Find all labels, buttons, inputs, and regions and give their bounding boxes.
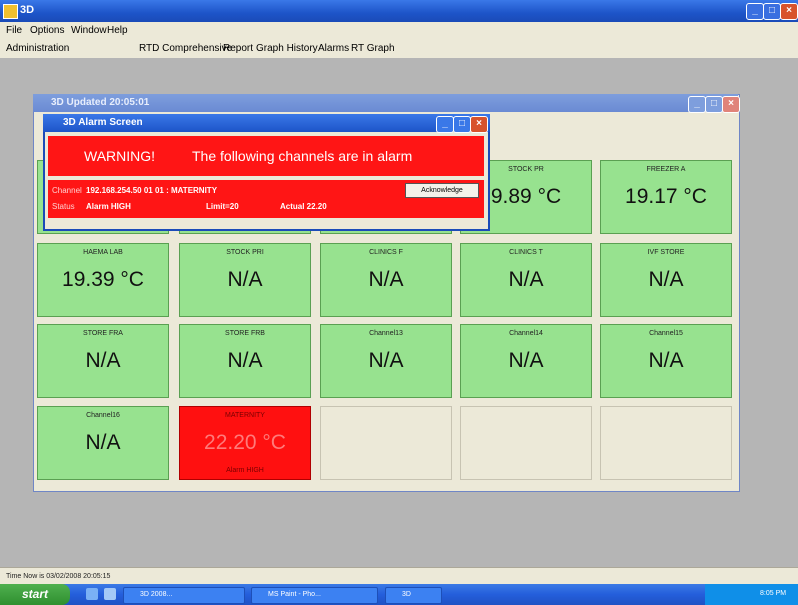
channel-tile[interactable]: Channel14 N/A bbox=[460, 324, 592, 398]
channel-alarm-status: Alarm HIGH bbox=[226, 467, 264, 474]
app-icon bbox=[3, 4, 18, 19]
menu-window[interactable]: Window bbox=[71, 25, 107, 36]
minimize-icon[interactable]: _ bbox=[436, 116, 454, 133]
channel-tile[interactable]: Channel15 N/A bbox=[600, 324, 732, 398]
channel-label: STOCK PRI bbox=[226, 249, 264, 256]
channel-tile-alarm[interactable]: MATERNITY 22.20 °C Alarm HIGH bbox=[179, 406, 311, 480]
channel-value: N/A bbox=[508, 268, 544, 291]
status-bar: Time Now is 03/02/2008 20:05:15 bbox=[0, 567, 798, 585]
status-label: Status bbox=[52, 202, 75, 211]
alarm-dialog-title: 3D Alarm Screen bbox=[63, 117, 143, 128]
taskbar-item[interactable]: 3D 2008... bbox=[123, 587, 245, 604]
empty-tile bbox=[460, 406, 592, 480]
channel-label: Channel13 bbox=[369, 330, 403, 337]
toolbar-rt-graph[interactable]: RT Graph bbox=[351, 43, 395, 54]
channel-value: N/A bbox=[368, 349, 404, 372]
channel-tile[interactable]: STORE FRA N/A bbox=[37, 324, 169, 398]
channel-tile[interactable]: HAEMA LAB 19.39 °C bbox=[37, 243, 169, 317]
quick-launch-icon[interactable] bbox=[104, 588, 116, 600]
channel-label: MATERNITY bbox=[225, 412, 265, 419]
alarm-banner: WARNING! The following channels are in a… bbox=[48, 136, 484, 176]
alarm-dialog-title-bar: 3D Alarm Screen _ □ × bbox=[43, 114, 490, 133]
status-text: Time Now is 03/02/2008 20:05:15 bbox=[6, 573, 111, 580]
menu-options[interactable]: Options bbox=[30, 25, 64, 36]
channel-label: Channel14 bbox=[509, 330, 543, 337]
channel-label: STORE FRB bbox=[225, 330, 265, 337]
close-icon[interactable]: × bbox=[722, 96, 740, 113]
channel-label: FREEZER A bbox=[646, 166, 686, 173]
channel-value: N/A bbox=[368, 268, 404, 291]
taskbar-item[interactable]: MS Paint - Pho... bbox=[251, 587, 378, 604]
alarm-warning: WARNING! bbox=[84, 148, 156, 164]
start-label: start bbox=[22, 587, 49, 601]
channel-value: N/A bbox=[85, 349, 121, 372]
channel-tile[interactable]: CLINICS T N/A bbox=[460, 243, 592, 317]
close-icon[interactable]: × bbox=[470, 116, 488, 133]
channel-label: STORE FRA bbox=[83, 330, 123, 337]
menu-help[interactable]: Help bbox=[107, 25, 128, 36]
toolbar: Administration RTD Comprehensive Report … bbox=[0, 39, 798, 59]
channel-value: N/A bbox=[648, 268, 684, 291]
toolbar-report[interactable]: Report bbox=[223, 43, 253, 54]
channel-tile[interactable]: STOCK PRI N/A bbox=[179, 243, 311, 317]
channel-value: 19.17 °C bbox=[625, 185, 707, 208]
app-title-bar: 3D _ □ × bbox=[0, 0, 798, 22]
channel-value: 192.168.254.50 01 01 : MATERNITY bbox=[86, 186, 218, 195]
app-title: 3D bbox=[20, 4, 35, 16]
channel-tile[interactable]: Channel16 N/A bbox=[37, 406, 169, 480]
channel-label: HAEMA LAB bbox=[83, 249, 123, 256]
channel-value: N/A bbox=[508, 349, 544, 372]
channel-value: N/A bbox=[85, 431, 121, 454]
close-icon[interactable]: × bbox=[780, 3, 798, 20]
toolbar-graph-history[interactable]: Graph History bbox=[256, 43, 318, 54]
clock: 8:05 PM bbox=[760, 590, 787, 597]
channel-label: Channel15 bbox=[649, 330, 683, 337]
alarm-limit: Limit=20 bbox=[206, 202, 239, 211]
menu-file[interactable]: File bbox=[6, 25, 22, 36]
channel-value: 19.39 °C bbox=[62, 268, 144, 291]
status-value: Alarm HIGH bbox=[86, 202, 131, 211]
channel-tile[interactable]: FREEZER A 19.17 °C bbox=[600, 160, 732, 234]
channel-tile[interactable]: IVF STORE N/A bbox=[600, 243, 732, 317]
menu-bar: File Options Window Help bbox=[0, 22, 798, 39]
channel-label: Channel bbox=[52, 186, 82, 195]
channel-tile[interactable]: Channel13 N/A bbox=[320, 324, 452, 398]
start-button[interactable]: start bbox=[0, 584, 70, 605]
toolbar-alarms[interactable]: Alarms bbox=[318, 43, 349, 54]
channel-tile[interactable]: STORE FRB N/A bbox=[179, 324, 311, 398]
channel-label: Channel16 bbox=[86, 412, 120, 419]
empty-tile bbox=[600, 406, 732, 480]
taskbar-item[interactable]: 3D bbox=[385, 587, 442, 604]
empty-tile bbox=[320, 406, 452, 480]
minimize-icon[interactable]: _ bbox=[688, 96, 706, 113]
toolbar-administration[interactable]: Administration bbox=[6, 43, 69, 54]
minimize-icon[interactable]: _ bbox=[746, 3, 764, 20]
channel-value: N/A bbox=[227, 268, 263, 291]
monitor-window-title: 3D Updated 20:05:01 bbox=[51, 97, 150, 108]
channel-label: CLINICS F bbox=[369, 249, 403, 256]
maximize-icon[interactable]: □ bbox=[705, 96, 723, 113]
channel-tile[interactable]: CLINICS F N/A bbox=[320, 243, 452, 317]
acknowledge-button[interactable]: Acknowledge bbox=[405, 183, 479, 198]
maximize-icon[interactable]: □ bbox=[453, 116, 471, 133]
channel-label: IVF STORE bbox=[647, 249, 685, 256]
channel-value: N/A bbox=[648, 349, 684, 372]
quick-launch-icon[interactable] bbox=[86, 588, 98, 600]
monitor-window-title-bar: 3D Updated 20:05:01 _ □ × bbox=[33, 94, 740, 113]
maximize-icon[interactable]: □ bbox=[763, 3, 781, 20]
channel-label: CLINICS T bbox=[509, 249, 543, 256]
toolbar-rtd-comprehensive[interactable]: RTD Comprehensive bbox=[139, 43, 232, 54]
alarm-actual: Actual 22.20 bbox=[280, 202, 327, 211]
alarm-message: The following channels are in alarm bbox=[192, 148, 413, 164]
channel-value: N/A bbox=[227, 349, 263, 372]
channel-value: 22.20 °C bbox=[204, 431, 286, 454]
